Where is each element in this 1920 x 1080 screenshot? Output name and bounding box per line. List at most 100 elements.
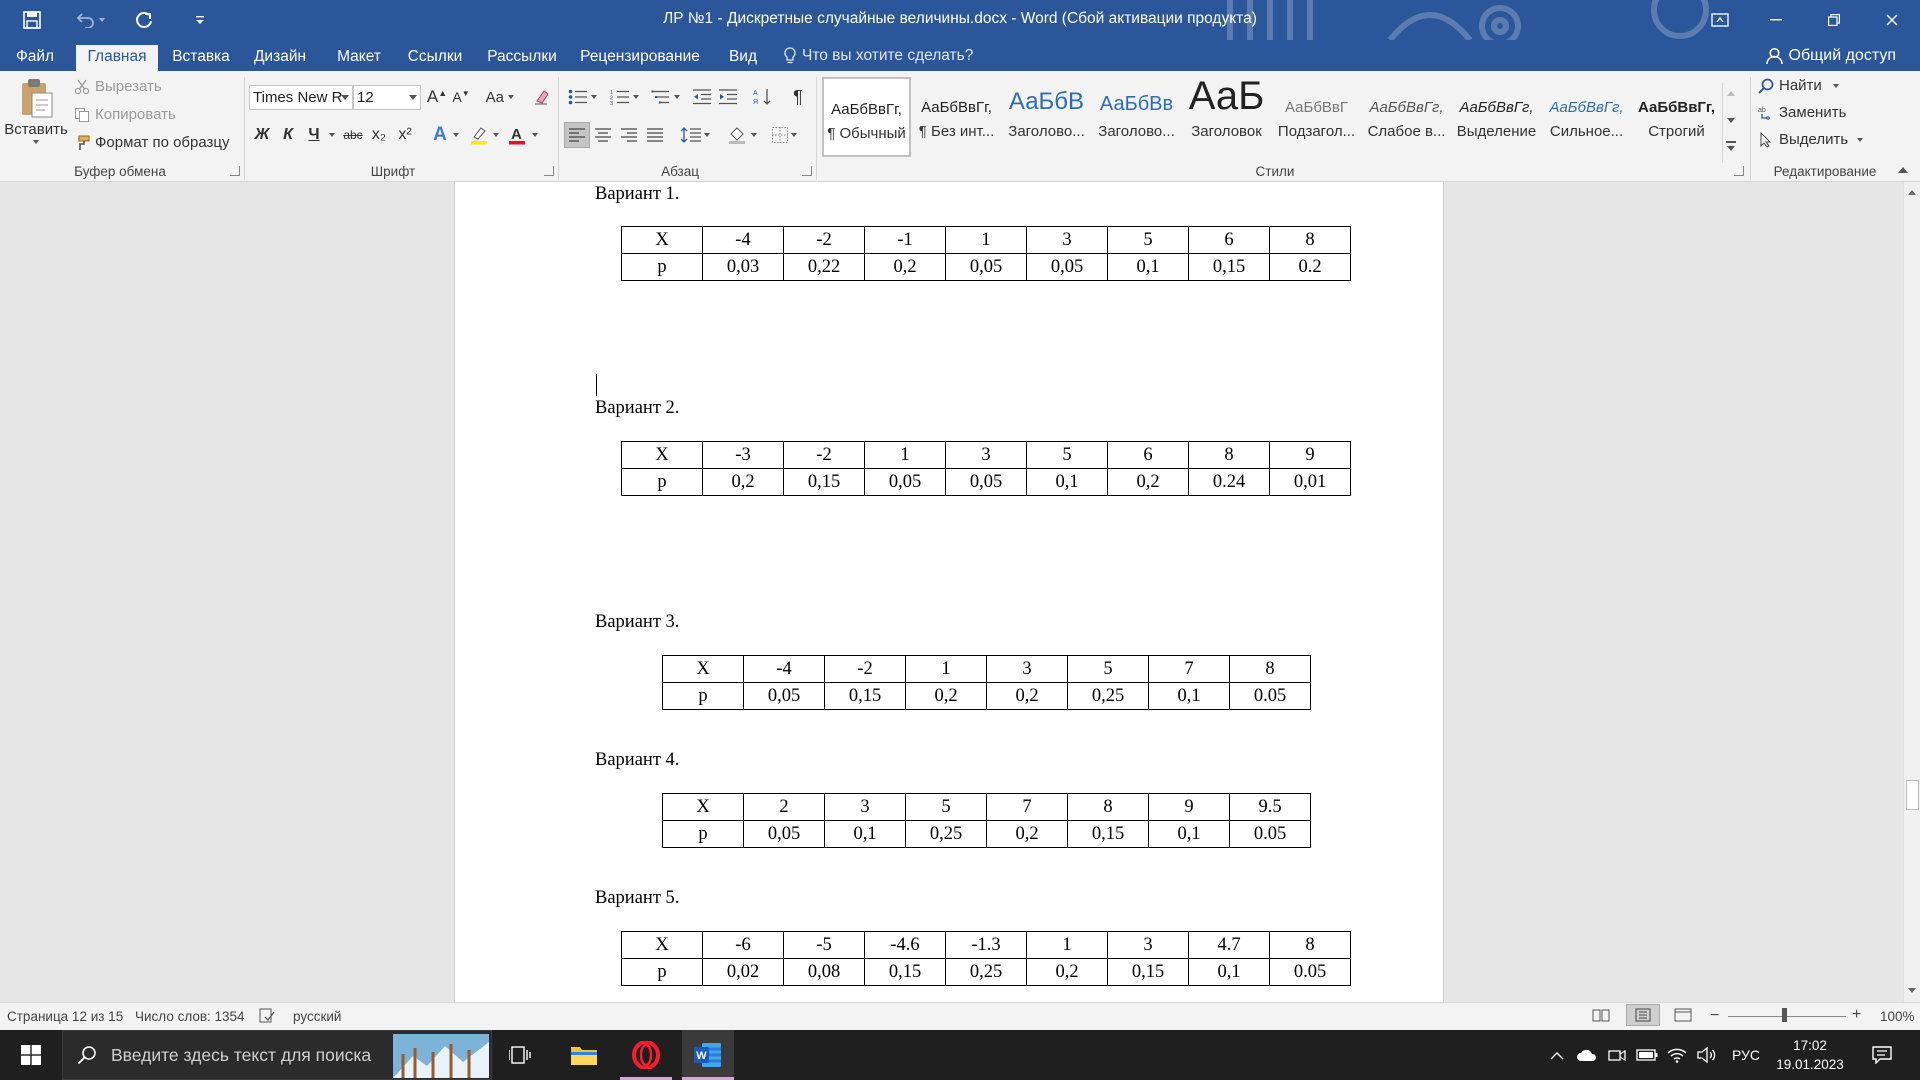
tab-home[interactable]: Главная	[76, 45, 158, 71]
increase-indent-icon[interactable]	[715, 84, 741, 110]
clock[interactable]: 17:02 19.01.2023	[1766, 1030, 1854, 1080]
grow-font-icon[interactable]: A ▲	[424, 84, 450, 110]
tab-design[interactable]: Дизайн	[248, 46, 312, 71]
align-left-icon[interactable]	[564, 122, 590, 148]
style-subtitle[interactable]: АаБбВвГ Подзагол...	[1272, 77, 1361, 157]
read-mode-icon[interactable]	[1592, 1008, 1610, 1025]
paste-button[interactable]: Вставить	[4, 77, 68, 163]
style-heading-2[interactable]: АаБбВв Заголово...	[1092, 77, 1181, 157]
tab-references[interactable]: Ссылки	[404, 46, 466, 71]
tab-file[interactable]: Файл	[6, 46, 64, 71]
superscript-button[interactable]: x²	[392, 122, 418, 148]
restore-icon[interactable]	[1806, 0, 1862, 40]
font-size-combo[interactable]: 12	[353, 85, 421, 110]
battery-icon[interactable]	[1634, 1030, 1660, 1080]
word-count-status[interactable]: Число слов: 1354	[135, 1009, 245, 1024]
chevron-down-icon[interactable]	[1727, 118, 1735, 123]
text-effects-dropdown-icon[interactable]	[449, 122, 463, 148]
tab-view[interactable]: Вид	[722, 46, 764, 71]
font-color-dropdown-icon[interactable]	[528, 122, 542, 148]
onedrive-cloud-icon[interactable]	[1574, 1030, 1600, 1080]
volume-icon[interactable]	[1694, 1030, 1720, 1080]
zoom-slider-thumb[interactable]	[1782, 1008, 1787, 1022]
format-painter-button[interactable]: Формат по образцу	[74, 134, 230, 151]
underline-dropdown-icon[interactable]	[325, 122, 339, 148]
style-heading-1[interactable]: АаБбВ Заголово...	[1002, 77, 1091, 157]
zoom-in-icon[interactable]: +	[1852, 1006, 1861, 1024]
scroll-up-icon[interactable]	[1908, 190, 1916, 195]
style-intense-emphasis[interactable]: АаБбВвГг, Сильное...	[1542, 77, 1631, 157]
document-page[interactable]: Вариант 1. X -4 -2 -1 1 3 5 6 8 p 0,03 0…	[454, 182, 1444, 1002]
clear-formatting-icon[interactable]	[529, 84, 555, 110]
zoom-slider[interactable]	[1728, 1016, 1846, 1017]
highlight-dropdown-icon[interactable]	[489, 122, 503, 148]
select-button[interactable]: Выделить	[1758, 131, 1864, 148]
tell-me-search[interactable]: Что вы хотите сделать?	[784, 46, 973, 66]
opera-browser-icon[interactable]	[620, 1030, 672, 1080]
styles-gallery-scroll[interactable]	[1722, 83, 1738, 163]
zoom-out-icon[interactable]: −	[1710, 1007, 1719, 1025]
minimize-icon[interactable]	[1748, 0, 1804, 40]
style-normal[interactable]: АаБбВвГг, ¶ Обычный	[822, 77, 911, 157]
decrease-indent-icon[interactable]	[689, 84, 715, 110]
vertical-scrollbar[interactable]	[1903, 182, 1920, 1002]
tab-review[interactable]: Рецензирование	[578, 46, 702, 71]
close-icon[interactable]	[1864, 0, 1920, 40]
styles-launcher-icon[interactable]	[1734, 166, 1744, 176]
shading-icon[interactable]	[724, 122, 760, 148]
justify-icon[interactable]	[642, 122, 668, 148]
shrink-font-icon[interactable]: A ▼	[448, 84, 474, 110]
multilevel-list-icon[interactable]	[647, 84, 683, 110]
font-launcher-icon[interactable]	[544, 166, 554, 176]
align-center-icon[interactable]	[590, 122, 616, 148]
task-view-icon[interactable]	[502, 1030, 538, 1080]
scrollbar-thumb[interactable]	[1906, 780, 1919, 810]
tab-insert[interactable]: Вставка	[166, 46, 236, 71]
ribbon-display-icon[interactable]	[1692, 0, 1748, 40]
line-spacing-icon[interactable]	[677, 122, 713, 148]
subscript-button[interactable]: x₂	[366, 122, 392, 148]
clipboard-launcher-icon[interactable]	[230, 166, 240, 176]
style-strong[interactable]: АаБбВвГг, Строгий	[1632, 77, 1721, 157]
show-marks-icon[interactable]: ¶	[785, 84, 811, 110]
sort-icon[interactable]: AЯ	[750, 84, 776, 110]
copy-button[interactable]: Копировать	[74, 106, 176, 123]
align-right-icon[interactable]	[616, 122, 642, 148]
share-button[interactable]: Общий доступ	[1765, 44, 1896, 68]
style-subtle-emphasis[interactable]: АаБбВвГг, Слабое в...	[1362, 77, 1451, 157]
language-status[interactable]: русский	[293, 1009, 341, 1024]
cut-button[interactable]: Вырезать	[74, 78, 162, 95]
find-button[interactable]: Найти	[1758, 77, 1839, 94]
input-language[interactable]: РУС	[1726, 1030, 1766, 1080]
paragraph-launcher-icon[interactable]	[802, 166, 812, 176]
font-color-icon[interactable]: A	[504, 122, 530, 148]
change-case-button[interactable]: Aa	[482, 84, 518, 110]
page-count-status[interactable]: Страница 12 из 15	[7, 1009, 123, 1024]
style-emphasis[interactable]: АаБбВвГг, Выделение	[1452, 77, 1541, 157]
scroll-down-icon[interactable]	[1908, 988, 1916, 993]
bold-button[interactable]: Ж	[249, 122, 275, 148]
wifi-icon[interactable]	[1664, 1030, 1690, 1080]
style-no-spacing[interactable]: АаБбВвГг, ¶ Без инт...	[912, 77, 1001, 157]
collapse-ribbon-icon[interactable]	[1898, 167, 1908, 173]
word-app-icon[interactable]: W	[682, 1030, 734, 1080]
replace-button[interactable]: ab c Заменить	[1758, 104, 1846, 121]
italic-button[interactable]: К	[275, 122, 301, 148]
tab-layout[interactable]: Макет	[330, 46, 388, 71]
web-layout-icon[interactable]	[1674, 1008, 1692, 1025]
more-styles-icon[interactable]	[1726, 141, 1736, 143]
chevron-up-icon[interactable]	[1546, 1030, 1568, 1080]
zoom-level[interactable]: 100%	[1880, 1009, 1915, 1024]
borders-icon[interactable]	[766, 122, 802, 148]
chevron-up-icon[interactable]	[1727, 91, 1735, 96]
proofing-icon[interactable]	[259, 1008, 275, 1026]
style-title[interactable]: АаБ Заголовок	[1182, 77, 1271, 157]
file-explorer-icon[interactable]	[560, 1030, 608, 1080]
tab-mailings[interactable]: Рассылки	[482, 46, 562, 71]
numbering-icon[interactable]: 123	[606, 84, 642, 110]
underline-button[interactable]: Ч	[301, 122, 327, 148]
strikethrough-button[interactable]: abc	[340, 122, 366, 148]
font-family-combo[interactable]: Times New R	[249, 85, 353, 110]
paste-dropdown-icon[interactable]	[33, 140, 39, 144]
windows-start-icon[interactable]	[8, 1030, 54, 1080]
